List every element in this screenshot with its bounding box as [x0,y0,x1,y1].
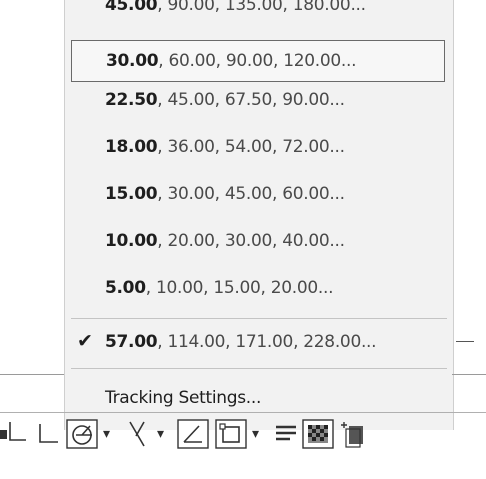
menu-item-18[interactable]: 18.00, 36.00, 54.00, 72.00... [105,127,345,167]
status-bar-border [452,374,486,375]
polar-tracking-icon[interactable] [66,412,100,456]
menu-item-custom-57[interactable]: 57.00, 114.00, 171.00, 228.00... [105,322,377,362]
menu-item-15[interactable]: 15.00, 30.00, 45.00, 60.00... [105,174,345,214]
polar-tracking-menu: 45.00, 90.00, 135.00, 180.00... 30.00, 6… [64,0,454,430]
osnap-tracking-icon[interactable] [122,412,152,456]
transparency-icon[interactable] [302,412,334,456]
menu-separator [71,368,447,369]
selection-cycling-icon[interactable] [338,412,368,456]
menu-item-5[interactable]: 5.00, 10.00, 15.00, 20.00... [105,268,333,308]
polar-dropdown-arrow[interactable]: ▾ [103,412,110,456]
menu-item-30-highlighted[interactable]: 30.00, 60.00, 90.00, 120.00... [71,40,445,82]
checkmark-icon: ✔ [77,330,93,352]
ortho-icon[interactable] [34,412,64,456]
menu-item-45[interactable]: 45.00, 90.00, 135.00, 180.00... [105,0,366,25]
osnap-dropdown-arrow[interactable]: ▾ [157,412,164,456]
lineweight-icon[interactable] [272,412,302,456]
drawing-line-fragment [456,341,474,342]
menu-item-10[interactable]: 10.00, 20.00, 30.00, 40.00... [105,221,345,261]
dynamic-ucs-icon[interactable] [177,412,211,456]
object-snap-icon[interactable] [215,412,249,456]
object-snap-dropdown-arrow[interactable]: ▾ [252,412,259,456]
status-bar-border [0,374,64,375]
menu-separator [71,318,447,319]
menu-item-22-5[interactable]: 22.50, 45.00, 67.50, 90.00... [105,80,345,120]
grid-snap-icon[interactable] [0,412,30,456]
